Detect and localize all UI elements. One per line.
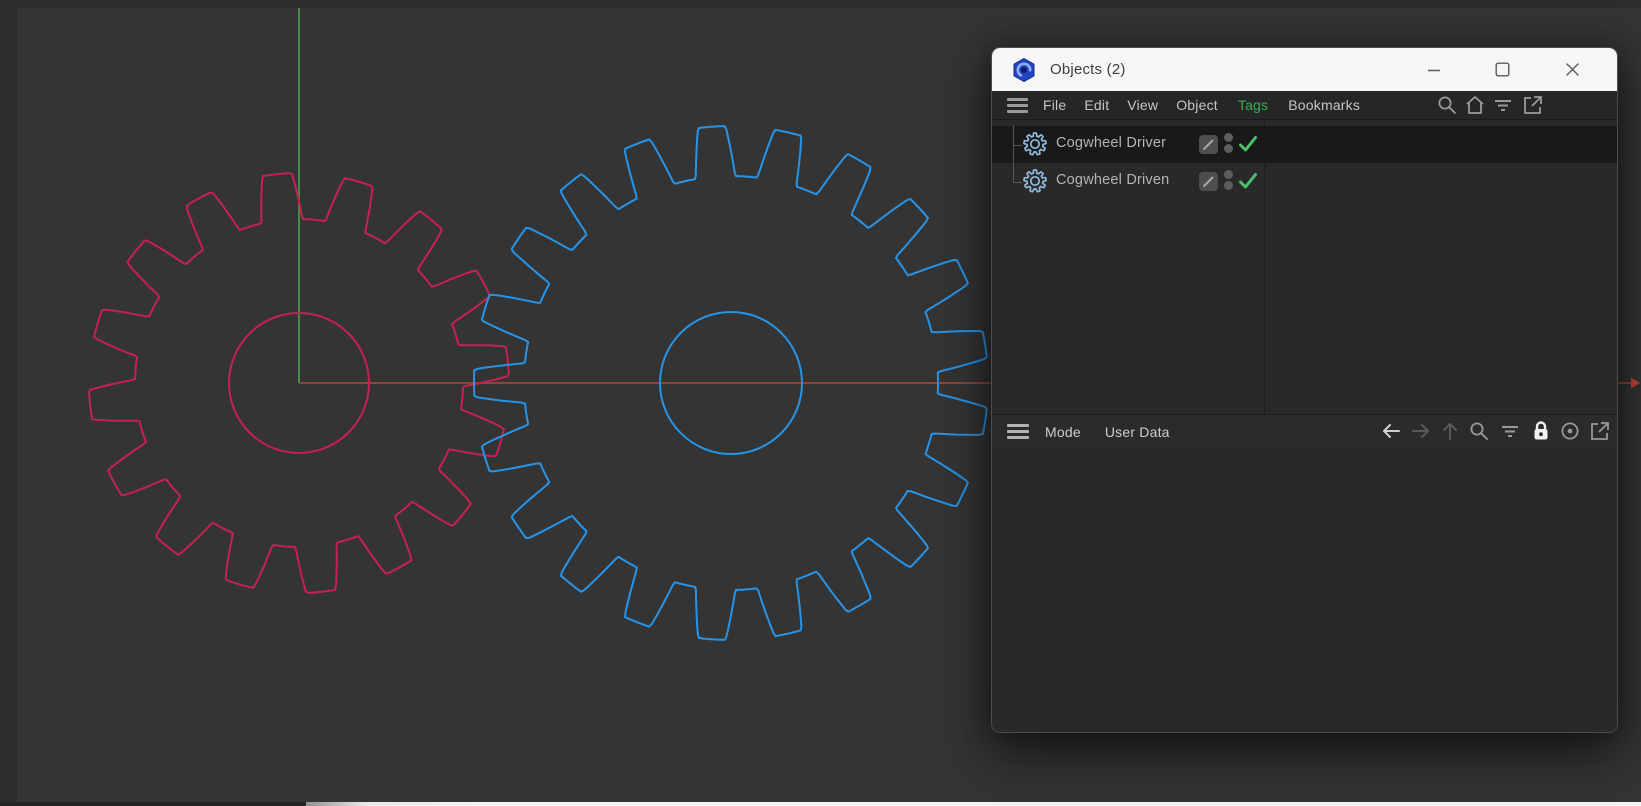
search-icon[interactable] [1436, 94, 1458, 116]
enabled-check-icon[interactable] [1237, 133, 1259, 155]
home-icon[interactable] [1464, 94, 1486, 116]
maximize-icon [1495, 62, 1510, 77]
filter-icon[interactable] [1492, 94, 1514, 116]
object-label[interactable]: Cogwheel Driver [1056, 135, 1166, 151]
attributes-toolbar: Mode User Data [992, 414, 1617, 448]
menu-edit[interactable]: Edit [1084, 97, 1109, 113]
enabled-check-icon[interactable] [1237, 170, 1259, 192]
window-edge-left [0, 0, 17, 802]
object-row-cogwheel-driven[interactable]: Cogwheel Driven [992, 163, 1617, 200]
menu-file[interactable]: File [1043, 97, 1066, 113]
minimize-icon [1428, 69, 1440, 71]
menu-tags[interactable]: Tags [1238, 97, 1268, 113]
maximize-button[interactable] [1480, 48, 1524, 91]
menu-bookmarks[interactable]: Bookmarks [1288, 97, 1360, 113]
user-data-area [992, 448, 1617, 732]
cogwheel-object-icon[interactable] [1023, 132, 1047, 156]
pop-out-icon[interactable] [1588, 420, 1610, 442]
visibility-dots-icon[interactable] [1224, 170, 1233, 190]
menu-object[interactable]: Object [1176, 97, 1218, 113]
application-window: Objects (2) File Edit View Object Tags B… [0, 0, 1641, 806]
menu-mode[interactable]: Mode [1045, 424, 1081, 440]
edit-chip-icon[interactable] [1199, 135, 1218, 154]
menu-view[interactable]: View [1127, 97, 1158, 113]
back-arrow-icon[interactable] [1380, 420, 1402, 442]
edit-chip-icon[interactable] [1199, 172, 1218, 191]
object-list: Cogwheel Driver Cogwheel Driven [992, 119, 1617, 414]
panel-menubar: File Edit View Object Tags Bookmarks [992, 91, 1617, 120]
forward-arrow-icon[interactable] [1410, 420, 1432, 442]
minimize-button[interactable] [1412, 48, 1456, 91]
cogwheel-object-icon[interactable] [1023, 169, 1047, 193]
window-edge-top [0, 0, 1641, 8]
hamburger-menu-icon[interactable] [1007, 424, 1029, 439]
object-row-cogwheel-driver[interactable]: Cogwheel Driver [992, 126, 1617, 163]
objects-panel: Objects (2) File Edit View Object Tags B… [991, 47, 1618, 733]
target-icon[interactable] [1559, 420, 1581, 442]
search-icon[interactable] [1468, 420, 1490, 442]
menu-user-data[interactable]: User Data [1105, 424, 1170, 440]
hamburger-menu-icon[interactable] [1007, 97, 1028, 113]
filter-icon[interactable] [1499, 420, 1521, 442]
object-label[interactable]: Cogwheel Driven [1056, 172, 1169, 188]
up-arrow-icon[interactable] [1439, 420, 1461, 442]
close-icon [1565, 63, 1579, 76]
window-edge-bottom [0, 802, 306, 806]
window-title: Objects (2) [1050, 61, 1126, 78]
lock-icon[interactable] [1530, 420, 1552, 442]
titlebar[interactable]: Objects (2) [992, 48, 1617, 91]
close-button[interactable] [1550, 48, 1594, 91]
lower-window-top-edge [306, 802, 1641, 806]
pop-out-icon[interactable] [1521, 94, 1543, 116]
visibility-dots-icon[interactable] [1224, 133, 1233, 153]
cinema4d-logo-icon [1013, 57, 1035, 82]
